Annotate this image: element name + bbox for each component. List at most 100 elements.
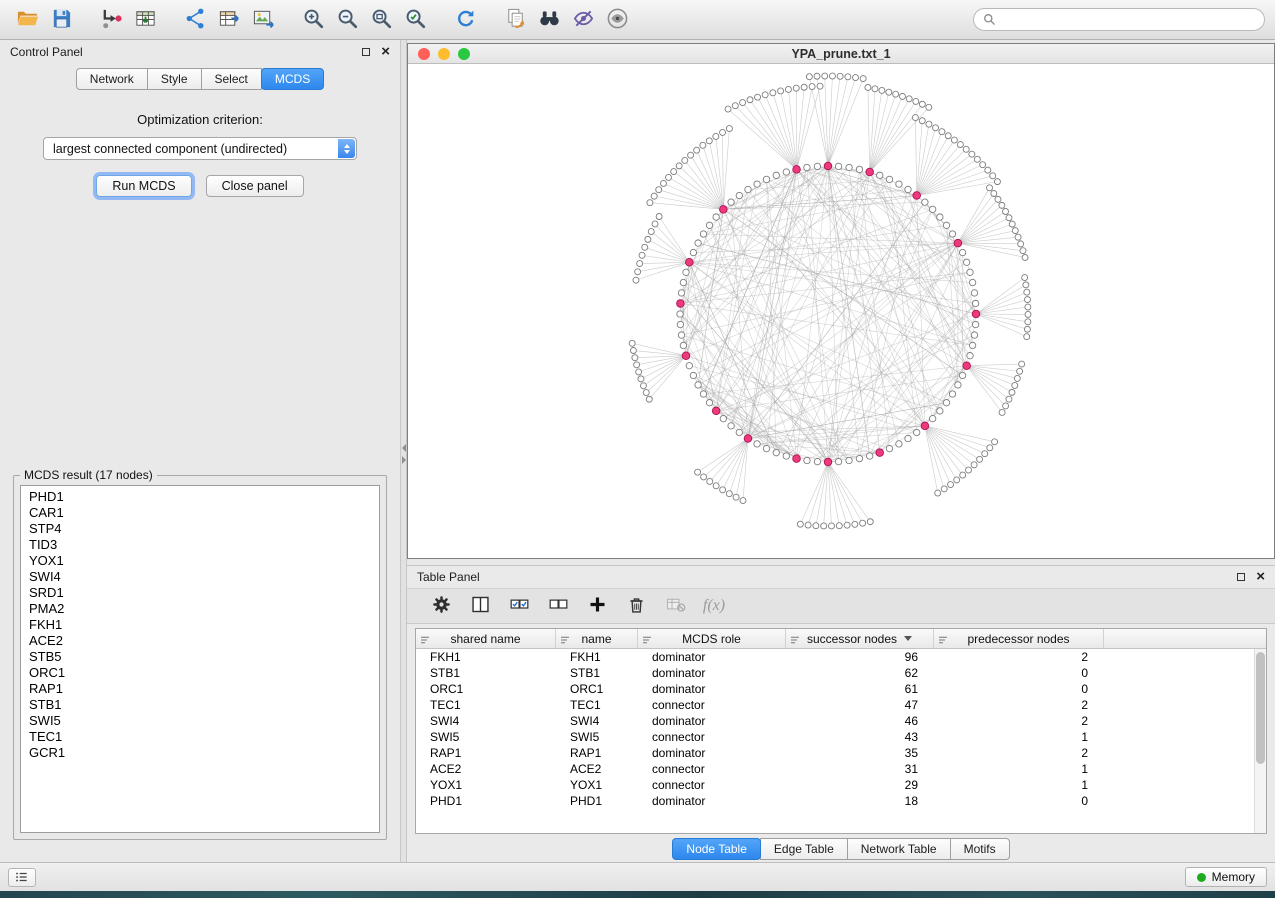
select-all-button[interactable]	[507, 594, 531, 618]
result-node[interactable]: STB5	[21, 649, 379, 665]
result-node[interactable]: TEC1	[21, 729, 379, 745]
result-node[interactable]: FKH1	[21, 617, 379, 633]
scrollbar-thumb[interactable]	[1256, 652, 1265, 764]
result-node[interactable]: ACE2	[21, 633, 379, 649]
tab-node-table[interactable]: Node Table	[672, 838, 761, 860]
close-table-panel-icon[interactable]: ×	[1256, 572, 1265, 582]
toolbar-group	[498, 5, 634, 35]
table-row[interactable]: FKH1FKH1dominator962	[416, 649, 1266, 665]
show-details-button[interactable]	[600, 5, 634, 35]
minimize-window-button[interactable]	[438, 48, 450, 60]
mcds-result-fieldset: MCDS result (17 nodes) PHD1CAR1STP4TID3Y…	[13, 468, 387, 840]
tab-edge-table[interactable]: Edge Table	[760, 838, 848, 860]
criterion-select[interactable]: largest connected component (undirected)	[43, 137, 357, 160]
column-header-successor-nodes[interactable]: successor nodes	[786, 629, 934, 648]
table-row[interactable]: SWI4SWI4dominator462	[416, 713, 1266, 729]
result-node[interactable]: CAR1	[21, 505, 379, 521]
export-network-button[interactable]	[178, 5, 212, 35]
close-window-button[interactable]	[418, 48, 430, 60]
delete-button[interactable]	[624, 594, 648, 618]
column-header-mcds-role[interactable]: MCDS role	[638, 629, 786, 648]
table-row[interactable]: ACE2ACE2connector311	[416, 761, 1266, 777]
column-header-predecessor-nodes[interactable]: predecessor nodes	[934, 629, 1104, 648]
tab-style[interactable]: Style	[147, 68, 202, 90]
tab-network[interactable]: Network	[76, 68, 148, 90]
run-mcds-button[interactable]: Run MCDS	[96, 175, 191, 197]
table-scrollbar[interactable]	[1254, 649, 1266, 833]
zoom-selected-button[interactable]	[398, 5, 432, 35]
result-node[interactable]: TID3	[21, 537, 379, 553]
copy-style-button[interactable]	[498, 5, 532, 35]
tab-mcds[interactable]: MCDS	[261, 68, 324, 90]
tab-select[interactable]: Select	[201, 68, 262, 90]
result-node[interactable]: STB1	[21, 697, 379, 713]
result-node[interactable]: GCR1	[21, 745, 379, 761]
export-image-button[interactable]	[246, 5, 280, 35]
save-session-button[interactable]	[44, 5, 78, 35]
control-panel-tabs: NetworkStyleSelectMCDS	[0, 64, 400, 90]
table-cell: FKH1	[556, 650, 638, 664]
table-cell: ACE2	[556, 762, 638, 776]
result-node[interactable]: SWI4	[21, 569, 379, 585]
table-row[interactable]: YOX1YOX1connector291	[416, 777, 1266, 793]
table-body: FKH1FKH1dominator962STB1STB1dominator620…	[416, 649, 1266, 833]
toolbar-group	[296, 5, 432, 35]
refresh-button[interactable]	[448, 5, 482, 35]
task-history-button[interactable]	[8, 868, 36, 887]
columns-button[interactable]	[468, 594, 492, 618]
column-header-name[interactable]: name	[556, 629, 638, 648]
export-table-button[interactable]	[212, 5, 246, 35]
memory-button[interactable]: Memory	[1185, 867, 1267, 887]
result-node[interactable]: RAP1	[21, 681, 379, 697]
table-row[interactable]: PHD1PHD1dominator180	[416, 793, 1266, 809]
table-row[interactable]: STB1STB1dominator620	[416, 665, 1266, 681]
result-node[interactable]: YOX1	[21, 553, 379, 569]
column-header-shared-name[interactable]: shared name	[416, 629, 556, 648]
hide-details-button[interactable]	[566, 5, 600, 35]
result-node[interactable]: PHD1	[21, 489, 379, 505]
table-row[interactable]: SWI5SWI5connector431	[416, 729, 1266, 745]
zoom-fit-button[interactable]	[364, 5, 398, 35]
window-controls	[418, 48, 470, 60]
tab-motifs[interactable]: Motifs	[950, 838, 1010, 860]
filter-chevron-icon[interactable]	[904, 636, 912, 641]
search-input[interactable]	[1002, 13, 1255, 27]
table-row[interactable]: RAP1RAP1dominator352	[416, 745, 1266, 761]
result-node[interactable]: SWI5	[21, 713, 379, 729]
open-file-button[interactable]	[10, 5, 44, 35]
result-node[interactable]: ORC1	[21, 665, 379, 681]
memory-status-icon	[1197, 873, 1206, 882]
table-row[interactable]: TEC1TEC1connector472	[416, 697, 1266, 713]
table-cell: 46	[786, 714, 934, 728]
zoom-in-button[interactable]	[296, 5, 330, 35]
table-panel-title: Table Panel	[417, 570, 480, 584]
float-table-panel-icon[interactable]	[1237, 573, 1245, 581]
result-node[interactable]: SRD1	[21, 585, 379, 601]
vertical-splitter[interactable]	[400, 40, 407, 862]
main-toolbar	[0, 0, 1275, 40]
sort-icon	[790, 634, 800, 644]
close-panel-button[interactable]: Close panel	[206, 175, 304, 197]
right-workspace: YPA_prune.txt_1 Table Panel × f(x) sh	[407, 40, 1275, 862]
search-network-button[interactable]	[532, 5, 566, 35]
float-panel-icon[interactable]	[362, 48, 370, 56]
close-panel-icon[interactable]: ×	[381, 47, 390, 57]
import-network-button[interactable]	[94, 5, 128, 35]
table-cell: SWI5	[416, 730, 556, 744]
import-disabled-icon	[665, 594, 686, 618]
import-table-button[interactable]	[128, 5, 162, 35]
deselect-button[interactable]	[546, 594, 570, 618]
network-canvas[interactable]	[408, 64, 1274, 558]
add-button[interactable]	[585, 594, 609, 618]
zoom-out-icon	[336, 7, 359, 33]
result-node[interactable]: STP4	[21, 521, 379, 537]
tab-network-table[interactable]: Network Table	[847, 838, 951, 860]
gear-button[interactable]	[429, 594, 453, 618]
table-cell: dominator	[638, 714, 786, 728]
table-cell: dominator	[638, 794, 786, 808]
result-node[interactable]: PMA2	[21, 601, 379, 617]
zoom-out-button[interactable]	[330, 5, 364, 35]
search-box[interactable]	[973, 8, 1265, 31]
maximize-window-button[interactable]	[458, 48, 470, 60]
table-row[interactable]: ORC1ORC1dominator610	[416, 681, 1266, 697]
